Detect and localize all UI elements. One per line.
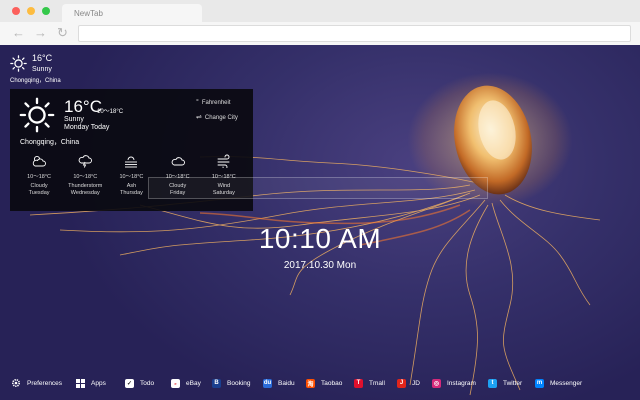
twitter-icon: t xyxy=(488,378,497,388)
mini-location: Chongqing，China xyxy=(10,78,61,84)
minimize-window-button[interactable] xyxy=(27,7,35,15)
change-city-button[interactable]: ⇌ Change City xyxy=(196,113,238,121)
wind-icon xyxy=(217,154,230,168)
thunderstorm-icon xyxy=(78,155,93,168)
jd-icon: J xyxy=(397,378,406,388)
temperature-range: 10～18°C xyxy=(97,109,124,115)
ebay-icon: e xyxy=(171,378,180,388)
messenger-icon: m xyxy=(535,378,544,388)
instagram-icon: ◎ xyxy=(432,378,441,388)
browser-tab[interactable]: NewTab xyxy=(62,4,202,22)
shortcut-booking[interactable]: B Booking xyxy=(212,376,251,390)
shortcut-label: Tmall xyxy=(369,379,385,387)
sun-icon xyxy=(19,97,55,133)
taobao-icon: 淘 xyxy=(306,378,315,388)
current-condition: Sunny xyxy=(64,116,84,123)
shortcut-label: Todo xyxy=(140,379,155,387)
shortcut-twitter[interactable]: t Twitter xyxy=(488,376,522,390)
tab-title: NewTab xyxy=(74,9,103,18)
forecast-temp: 10～18°C xyxy=(73,174,98,180)
close-window-button[interactable] xyxy=(12,7,20,15)
search-bar xyxy=(148,177,488,199)
forward-button[interactable]: → xyxy=(34,25,47,41)
tmall-icon: T xyxy=(354,378,363,388)
apps-button[interactable]: Apps xyxy=(76,376,106,390)
shortcut-todo[interactable]: ✓ Todo xyxy=(125,376,154,390)
forecast-day-name: Tuesday xyxy=(28,190,50,196)
change-city-label: Change City xyxy=(204,115,238,121)
tab-bar: NewTab xyxy=(0,0,640,22)
address-bar[interactable] xyxy=(78,25,631,42)
swap-icon: ⇌ xyxy=(196,114,202,121)
gear-icon xyxy=(11,378,21,388)
shortcut-messenger[interactable]: m Messenger xyxy=(535,376,582,390)
mini-temperature: 16°C xyxy=(32,53,53,63)
shortcut-baidu[interactable]: du Baidu xyxy=(263,376,295,390)
shortcut-label: Twitter xyxy=(503,379,523,387)
shortcut-instagram[interactable]: ◎ Instagram xyxy=(432,376,476,390)
booking-icon: B xyxy=(212,378,221,388)
current-location: Chongqing，China xyxy=(20,139,80,146)
search-input[interactable] xyxy=(181,182,461,196)
shortcut-label: Instagram xyxy=(447,379,476,387)
forecast-day: 10～18°C Cloudy Tuesday xyxy=(16,154,62,204)
shortcut-label: Booking xyxy=(227,379,251,387)
ash-icon xyxy=(125,156,138,168)
shortcut-label: Messenger xyxy=(550,379,583,387)
weather-widget[interactable]: 16°C Sunny Chongqing，China xyxy=(10,52,70,84)
shortcut-label: Baidu xyxy=(278,379,295,387)
reload-button[interactable]: ↻ xyxy=(57,25,68,41)
preferences-label: Preferences xyxy=(27,379,63,387)
apps-label: Apps xyxy=(91,379,106,387)
clock-time: 10:10 AM xyxy=(258,223,382,254)
shortcut-jd[interactable]: J JD xyxy=(397,376,420,390)
forecast-condition: Cloudy xyxy=(30,183,48,189)
bottom-bar: Preferences Apps ✓ Todo e eBay B Booking… xyxy=(0,374,640,392)
sun-icon xyxy=(10,55,27,72)
forecast-day-name: Wednesday xyxy=(70,190,100,196)
shortcut-label: Taobao xyxy=(321,379,343,387)
fahrenheit-label: Fahrenheit xyxy=(201,100,231,106)
shortcut-label: JD xyxy=(412,379,420,387)
grid-icon xyxy=(76,378,85,388)
shortcut-tmall[interactable]: T Tmall xyxy=(354,376,385,390)
preferences-button[interactable]: Preferences xyxy=(11,376,62,390)
browser-chrome: NewTab ← → ↻ xyxy=(0,0,640,45)
cloudy-sun-icon xyxy=(32,155,47,167)
forecast-condition: Thunderstorm xyxy=(68,183,103,189)
maximize-window-button[interactable] xyxy=(42,7,50,15)
fahrenheit-icon: ° xyxy=(196,99,199,106)
cloud-icon xyxy=(171,157,185,166)
back-button[interactable]: ← xyxy=(12,25,25,41)
mini-condition: Sunny xyxy=(32,66,52,73)
fahrenheit-toggle[interactable]: ° Fahrenheit xyxy=(196,99,231,106)
baidu-icon: du xyxy=(263,378,272,388)
shortcut-label: eBay xyxy=(186,379,201,387)
shortcut-ebay[interactable]: e eBay xyxy=(171,376,201,390)
forecast-temp: 10～18°C xyxy=(27,174,52,180)
forecast-day: 10～18°C Thunderstorm Wednesday xyxy=(62,154,108,204)
todo-icon: ✓ xyxy=(125,378,134,388)
browser-toolbar: ← → ↻ xyxy=(0,22,640,45)
shortcut-taobao[interactable]: 淘 Taobao xyxy=(306,376,342,390)
clock-date: 2017.10.30 Mon xyxy=(283,260,357,271)
current-day: Monday Today xyxy=(64,124,110,131)
